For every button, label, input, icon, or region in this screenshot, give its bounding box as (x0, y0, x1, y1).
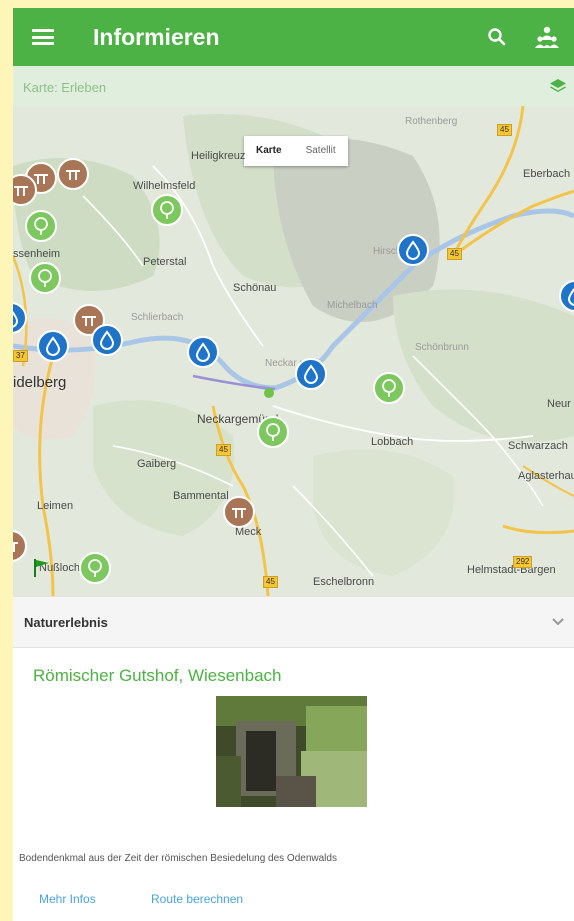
place-label: Eberbach (523, 168, 571, 180)
app-title: Informieren (93, 24, 220, 50)
tree-icon (34, 217, 48, 235)
route-link[interactable]: Route berechnen (151, 892, 243, 906)
road-badge: 45 (447, 248, 462, 260)
top-app-bar: Informieren (13, 8, 574, 66)
map-type-map[interactable]: Karte (244, 136, 294, 166)
tree-marker[interactable] (151, 194, 183, 226)
road-badge: 45 (497, 124, 512, 136)
flag-icon (34, 559, 49, 577)
water-drop-icon (13, 311, 19, 328)
place-label: ssenheim (13, 248, 61, 260)
place-label: Aglasterhau (518, 470, 574, 482)
tree-icon (382, 379, 396, 397)
ruin-marker[interactable] (57, 158, 89, 190)
ruin-marker[interactable] (13, 174, 37, 206)
place-label: Bammental (173, 490, 229, 502)
place-label: Peterstal (143, 256, 187, 268)
place-label: Heiligkreuz (191, 150, 246, 162)
tree-marker[interactable] (29, 262, 61, 294)
place-label: Schönbrunn (415, 342, 469, 353)
tree-marker[interactable] (79, 552, 111, 584)
place-label: Schwarzach (508, 440, 568, 452)
ruin-icon (13, 542, 18, 552)
layers-icon[interactable] (549, 78, 567, 94)
water-marker[interactable] (295, 358, 327, 390)
poi-photo (216, 696, 367, 807)
map-type-satellite[interactable]: Satellit (294, 136, 348, 166)
place-label: Eschelbronn (313, 576, 375, 588)
ruin-icon (232, 508, 246, 518)
tree-icon (266, 423, 280, 441)
ruin-marker[interactable] (223, 496, 255, 528)
place-label: Wilhelmsfeld (133, 180, 196, 192)
water-marker[interactable] (559, 280, 574, 312)
water-drop-icon (45, 336, 61, 356)
place-label: Michelbach (327, 300, 378, 311)
water-drop-icon (405, 240, 421, 260)
tree-marker[interactable] (25, 210, 57, 242)
poi-description: Bodendenkmal aus der Zeit der römischen … (19, 853, 337, 864)
water-marker[interactable] (187, 336, 219, 368)
tree-marker[interactable] (373, 372, 405, 404)
water-marker[interactable] (91, 324, 123, 356)
tree-icon (88, 559, 102, 577)
map-view[interactable]: Karte Satellit Heiligkreuz Rothenberg Eb… (13, 106, 574, 596)
place-label: Lobbach (371, 436, 414, 448)
water-drop-icon (303, 364, 319, 384)
tree-icon (38, 269, 52, 287)
category-dropdown[interactable]: Naturerlebnis (13, 596, 574, 648)
menu-icon[interactable] (32, 29, 54, 45)
water-drop-icon (195, 342, 211, 362)
people-icon[interactable] (533, 23, 561, 51)
place-label: Leimen (37, 500, 74, 512)
map-header: Karte: Erleben (13, 66, 574, 106)
category-title: Naturerlebnis (24, 615, 108, 630)
road-badge: 45 (263, 576, 278, 588)
place-label: idelberg (13, 374, 67, 391)
water-marker[interactable] (397, 234, 429, 266)
more-info-link[interactable]: Mehr Infos (39, 892, 96, 906)
ruin-icon (66, 170, 80, 180)
tree-marker[interactable] (257, 416, 289, 448)
water-marker[interactable] (37, 330, 69, 362)
ruin-icon (14, 186, 28, 196)
map-type-toggle: Karte Satellit (244, 136, 348, 166)
road-badge: 37 (13, 350, 28, 362)
place-label: Neur (547, 398, 571, 410)
place-label: Helmstadt-Bargen (467, 564, 556, 576)
map-layer-label: Karte: Erleben (23, 80, 107, 95)
ruin-marker[interactable] (13, 530, 27, 562)
poi-title: Römischer Gutshof, Wiesenbach (33, 666, 282, 685)
water-drop-icon (567, 287, 574, 306)
place-label: Rothenberg (405, 116, 458, 127)
water-marker[interactable] (13, 302, 27, 334)
search-icon[interactable] (485, 25, 509, 49)
app-window: Informieren Karte: Erleben Karte Satelli… (13, 8, 574, 921)
place-label: Gaiberg (137, 458, 177, 470)
place-label: Schönau (233, 282, 277, 294)
road-badge: 292 (513, 556, 533, 568)
tree-icon (160, 201, 174, 219)
place-label: Schlierbach (131, 312, 184, 323)
water-drop-icon (99, 330, 115, 350)
road-badge: 45 (216, 444, 231, 456)
chevron-down-icon (552, 618, 564, 626)
